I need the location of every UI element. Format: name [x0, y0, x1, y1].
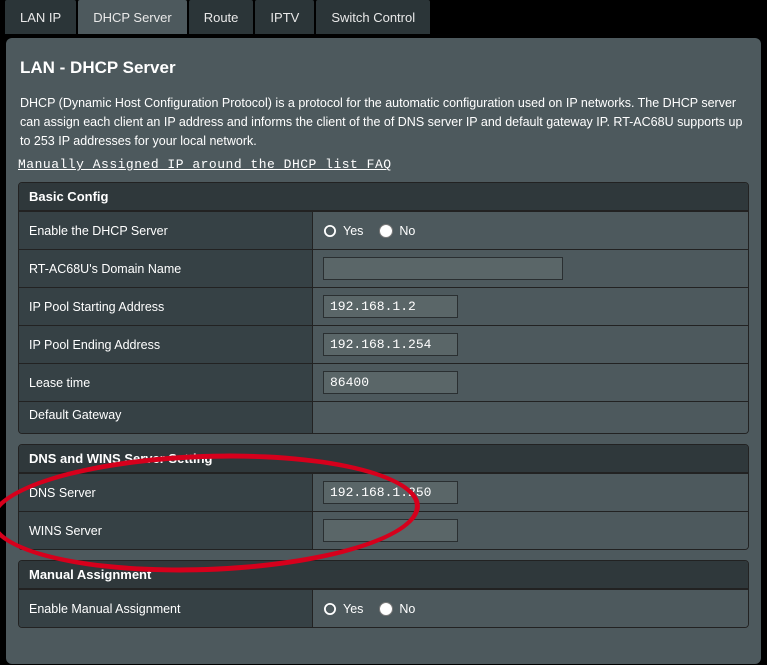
- input-lease-time[interactable]: [323, 371, 458, 394]
- label-enable-dhcp: Enable the DHCP Server: [19, 212, 313, 249]
- input-ip-start[interactable]: [323, 295, 458, 318]
- radio-enable-dhcp-no[interactable]: [379, 224, 393, 238]
- row-enable-manual: Enable Manual Assignment Yes No: [19, 589, 748, 627]
- label-ip-end: IP Pool Ending Address: [19, 326, 313, 363]
- section-dns-wins: DNS and WINS Server Setting DNS Server W…: [18, 444, 749, 550]
- label-ip-start: IP Pool Starting Address: [19, 288, 313, 325]
- input-dns-server[interactable]: [323, 481, 458, 504]
- radio-label-manual-no: No: [399, 602, 415, 616]
- radio-enable-dhcp-yes[interactable]: [323, 224, 337, 238]
- section-basic-config: Basic Config Enable the DHCP Server Yes …: [18, 182, 749, 434]
- label-dns-server: DNS Server: [19, 474, 313, 511]
- tab-lan-ip[interactable]: LAN IP: [5, 0, 76, 34]
- row-ip-end: IP Pool Ending Address: [19, 325, 748, 363]
- label-domain-name: RT-AC68U's Domain Name: [19, 250, 313, 287]
- tab-bar: LAN IP DHCP Server Route IPTV Switch Con…: [0, 0, 767, 34]
- label-enable-manual: Enable Manual Assignment: [19, 590, 313, 627]
- section-header-basic: Basic Config: [19, 183, 748, 211]
- radio-label-no: No: [399, 224, 415, 238]
- row-default-gateway: Default Gateway: [19, 401, 748, 433]
- label-default-gateway: Default Gateway: [19, 402, 313, 433]
- tab-route[interactable]: Route: [189, 0, 254, 34]
- tab-dhcp-server[interactable]: DHCP Server: [78, 0, 187, 34]
- page-description: DHCP (Dynamic Host Configuration Protoco…: [20, 94, 747, 150]
- radio-label-yes: Yes: [343, 224, 363, 238]
- row-dns-server: DNS Server: [19, 473, 748, 511]
- row-lease-time: Lease time: [19, 363, 748, 401]
- tab-switch-control[interactable]: Switch Control: [316, 0, 430, 34]
- section-manual-assignment: Manual Assignment Enable Manual Assignme…: [18, 560, 749, 628]
- row-domain-name: RT-AC68U's Domain Name: [19, 249, 748, 287]
- row-enable-dhcp: Enable the DHCP Server Yes No: [19, 211, 748, 249]
- tab-iptv[interactable]: IPTV: [255, 0, 314, 34]
- page-title: LAN - DHCP Server: [20, 58, 747, 78]
- faq-link[interactable]: Manually Assigned IP around the DHCP lis…: [18, 157, 392, 172]
- input-wins-server[interactable]: [323, 519, 458, 542]
- input-ip-end[interactable]: [323, 333, 458, 356]
- page-body: LAN - DHCP Server DHCP (Dynamic Host Con…: [6, 38, 761, 664]
- label-wins-server: WINS Server: [19, 512, 313, 549]
- radio-label-manual-yes: Yes: [343, 602, 363, 616]
- section-header-dns: DNS and WINS Server Setting: [19, 445, 748, 473]
- section-header-manual: Manual Assignment: [19, 561, 748, 589]
- label-lease-time: Lease time: [19, 364, 313, 401]
- row-wins-server: WINS Server: [19, 511, 748, 549]
- radio-enable-manual-no[interactable]: [379, 602, 393, 616]
- input-domain-name[interactable]: [323, 257, 563, 280]
- radio-enable-manual-yes[interactable]: [323, 602, 337, 616]
- row-ip-start: IP Pool Starting Address: [19, 287, 748, 325]
